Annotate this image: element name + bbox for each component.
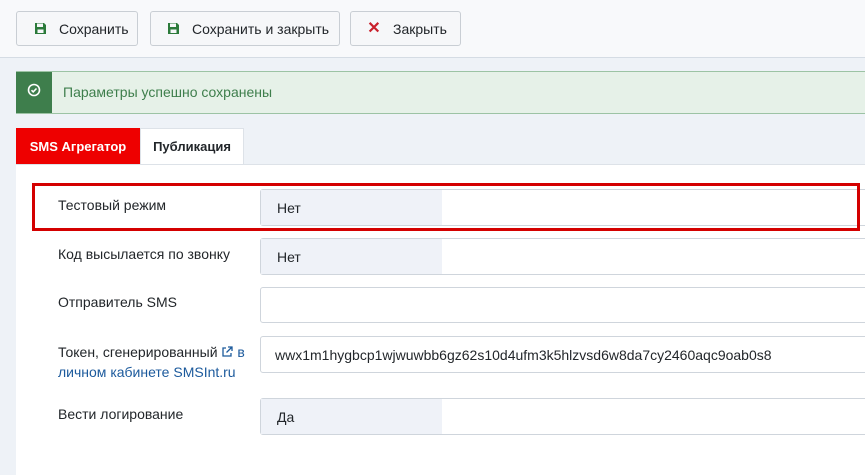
logging-value[interactable]: Да [261,399,442,434]
tab-publication[interactable]: Публикация [140,128,244,164]
toolbar: Сохранить Сохранить и закрыть ✕ Закрыть [0,0,865,58]
token-label: Токен, сгенерированный в личном кабинете… [58,342,248,382]
save-and-close-button[interactable]: Сохранить и закрыть [150,11,340,46]
tab-bar: SMS Агрегатор Публикация [16,128,244,164]
call-code-field[interactable]: Нет [260,238,865,275]
success-alert: Параметры успешно сохранены [16,71,865,114]
check-circle-icon [27,83,41,102]
sender-input[interactable] [260,287,865,323]
call-code-value[interactable]: Нет [261,239,442,274]
save-label: Сохранить [59,20,129,37]
save-and-close-label: Сохранить и закрыть [192,20,330,37]
floppy-disk-icon [33,22,47,36]
floppy-disk-icon [166,22,180,36]
close-icon: ✕ [367,19,381,37]
alert-message: Параметры успешно сохранены [63,84,273,100]
tab-sms-aggregator[interactable]: SMS Агрегатор [16,128,140,164]
token-input[interactable]: wwx1m1hygbcp1wjwuwbb6gz62s10d4ufm3k5hlzv… [260,336,865,373]
save-button[interactable]: Сохранить [16,11,138,46]
token-label-text: Токен, сгенерированный [58,344,218,360]
logging-label: Вести логирование [58,406,184,422]
sender-label: Отправитель SMS [58,294,177,310]
close-label: Закрыть [393,20,447,37]
token-value: wwx1m1hygbcp1wjwuwbb6gz62s10d4ufm3k5hlzv… [275,346,772,363]
external-link-icon[interactable] [221,344,237,360]
logging-field[interactable]: Да [260,398,865,435]
highlight-box [32,183,860,231]
call-code-label: Код высылается по звонку [58,246,231,262]
close-button[interactable]: ✕ Закрыть [350,11,461,46]
alert-icon-bar [16,72,52,113]
